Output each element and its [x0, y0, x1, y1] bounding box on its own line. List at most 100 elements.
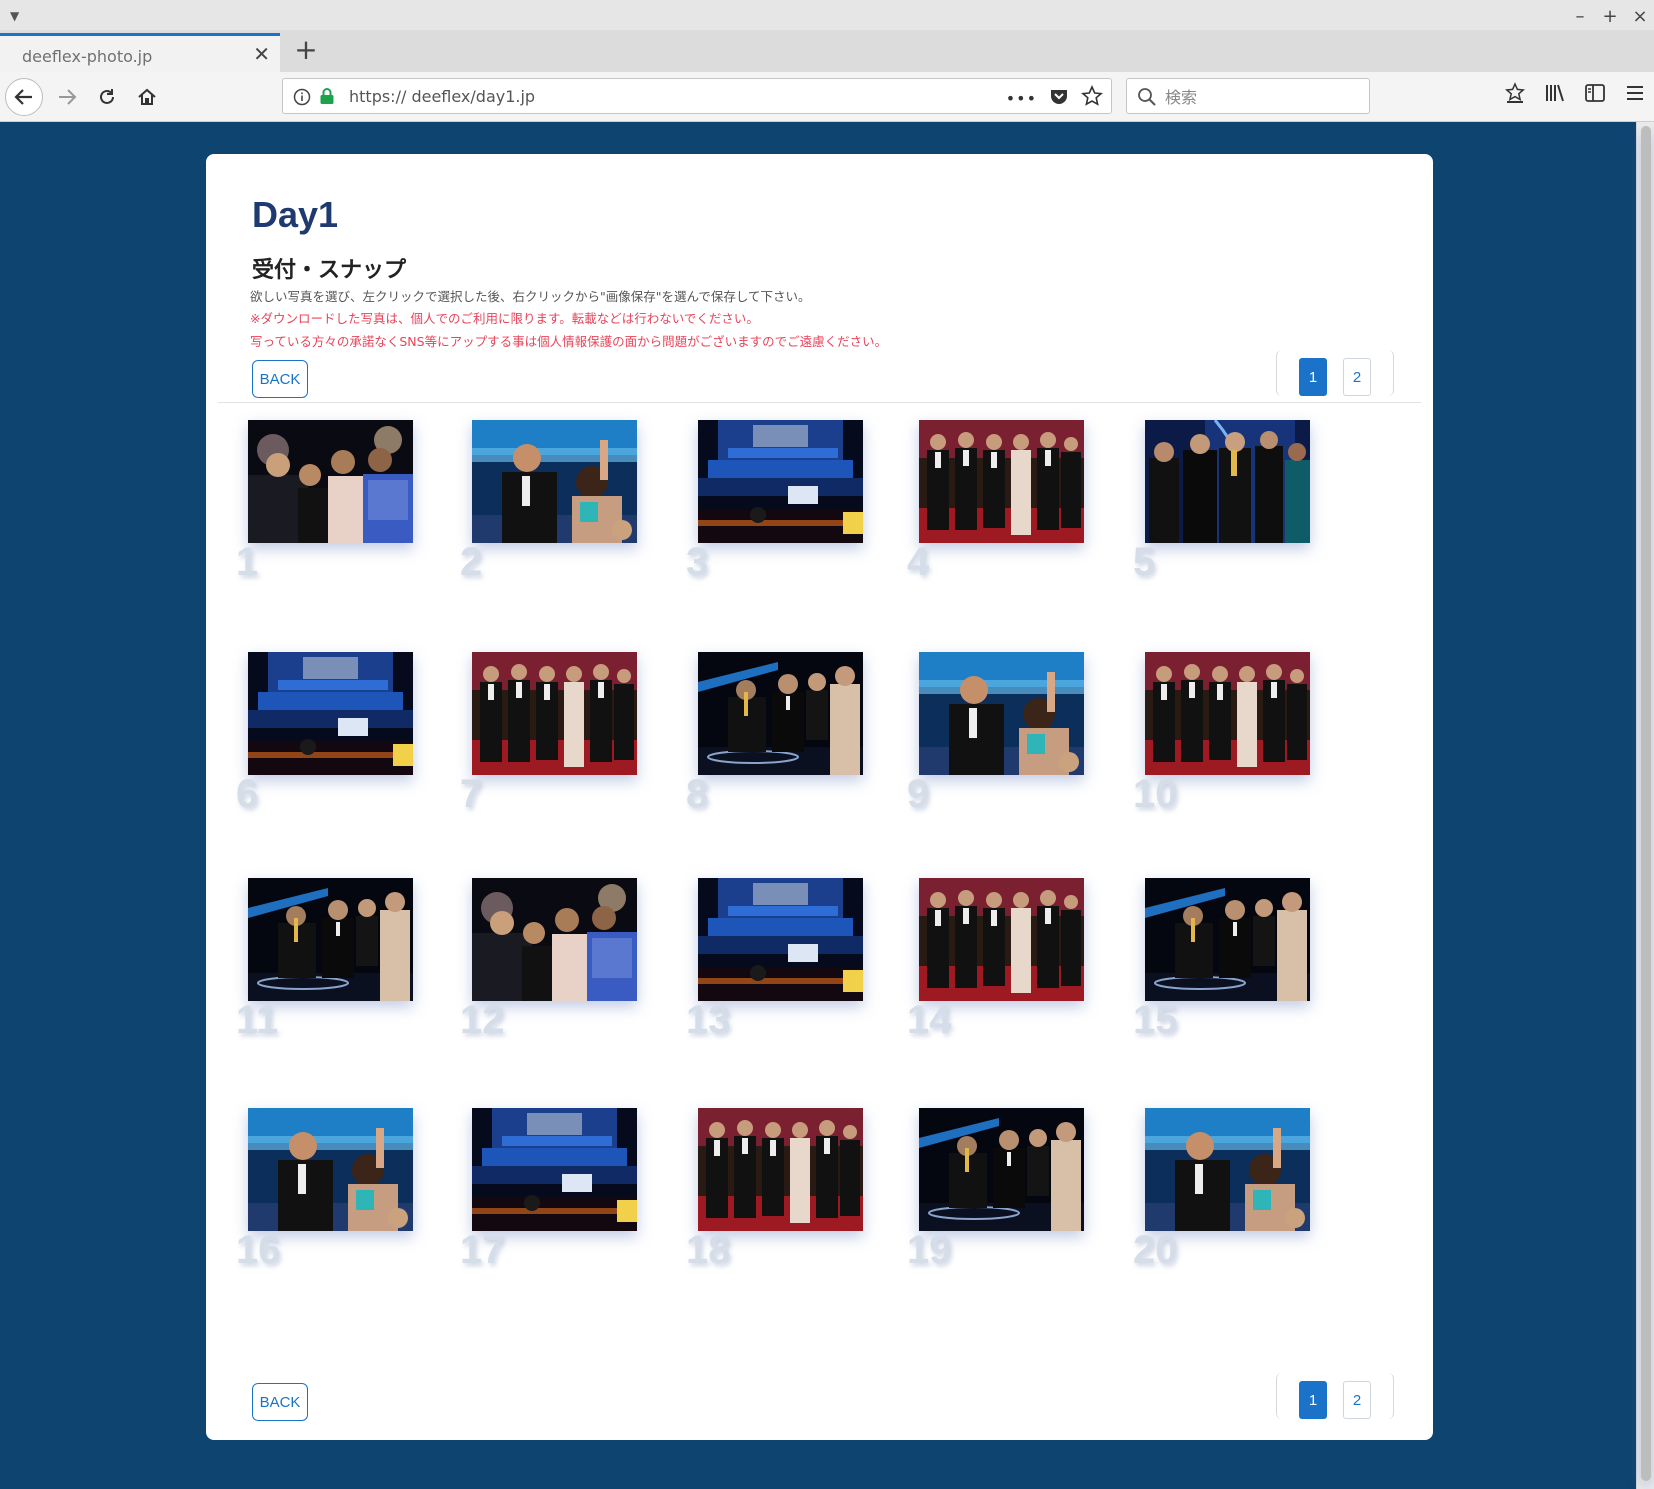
maximize-icon[interactable]: +	[1602, 6, 1618, 27]
photo-number: 8	[686, 772, 709, 816]
photo-item: 4	[907, 420, 1119, 610]
photo-number: 7	[460, 772, 483, 816]
tab-close-icon[interactable]: ✕	[253, 42, 270, 66]
photo-item: 9	[907, 652, 1119, 842]
minimize-icon[interactable]: –	[1572, 6, 1588, 27]
more-actions-icon[interactable]: •••	[1006, 89, 1037, 108]
photo-number: 15	[1133, 998, 1178, 1042]
photo-thumbnail[interactable]	[1145, 420, 1310, 543]
header-divider	[218, 402, 1421, 403]
home-icon[interactable]	[128, 78, 166, 116]
search-bar[interactable]	[1126, 78, 1370, 114]
photo-thumbnail[interactable]	[919, 420, 1084, 543]
photo-thumbnail[interactable]	[472, 420, 637, 543]
photo-item: 3	[686, 420, 898, 610]
photo-thumbnail[interactable]	[1145, 652, 1310, 775]
photo-thumbnail[interactable]	[919, 1108, 1084, 1231]
photo-number: 4	[907, 540, 930, 584]
download-notice: ※ダウンロードした写真は、個人でのご利用に限ります。転載などは行わないでください…	[250, 311, 759, 326]
sidebar-icon[interactable]	[1584, 82, 1606, 108]
photo-thumbnail[interactable]	[472, 878, 637, 1001]
window-menu-icon[interactable]: ▼	[10, 9, 19, 23]
url-actions: •••	[1006, 85, 1103, 111]
photo-item: 19	[907, 1108, 1119, 1298]
photo-item: 1	[236, 420, 448, 610]
page-2-button[interactable]: 2	[1343, 358, 1371, 396]
photo-thumbnail[interactable]	[472, 1108, 637, 1231]
close-window-icon[interactable]: ×	[1632, 6, 1648, 27]
photo-number: 18	[686, 1228, 731, 1272]
pocket-icon[interactable]	[1049, 86, 1069, 110]
photo-item: 18	[686, 1108, 898, 1298]
navigation-toolbar: https:// deeflex/day1.jp •••	[0, 72, 1654, 122]
privacy-notice: 写っている方々の承諾なくSNS等にアップする事は個人情報保護の面から問題がござい…	[250, 334, 888, 349]
photo-item: 8	[686, 652, 898, 842]
photo-number: 20	[1133, 1228, 1178, 1272]
page-scrollbar[interactable]	[1636, 122, 1654, 1489]
instructions-text: 欲しい写真を選び、左クリックで選択した後、右クリックから"画像保存"を選んで保存…	[250, 289, 811, 304]
photo-item: 16	[236, 1108, 448, 1298]
photo-thumbnail[interactable]	[1145, 878, 1310, 1001]
page-1-button[interactable]: 1	[1299, 358, 1327, 396]
photo-thumbnail[interactable]	[472, 652, 637, 775]
photo-thumbnail[interactable]	[698, 878, 863, 1001]
photo-number: 2	[460, 540, 483, 584]
window-controls: – + ×	[1572, 6, 1648, 27]
photo-thumbnail[interactable]	[698, 1108, 863, 1231]
page-2-button[interactable]: 2	[1343, 1381, 1371, 1419]
page-title: Day1	[252, 194, 339, 235]
photo-item: 2	[460, 420, 672, 610]
photo-item: 12	[460, 878, 672, 1068]
forward-arrow-icon[interactable]	[48, 78, 86, 116]
photo-number: 9	[907, 772, 930, 816]
photo-item: 5	[1133, 420, 1345, 610]
pagination-bottom: 1 2	[1276, 1373, 1394, 1419]
url-text[interactable]: https:// deeflex/day1.jp	[349, 87, 535, 106]
photo-thumbnail[interactable]	[1145, 1108, 1310, 1231]
info-icon[interactable]	[293, 88, 311, 110]
downloads-icon[interactable]	[1504, 82, 1526, 108]
photo-item: 11	[236, 878, 448, 1068]
photo-number: 10	[1133, 772, 1178, 816]
photo-number: 14	[907, 998, 952, 1042]
photo-item: 7	[460, 652, 672, 842]
tab-deeflex[interactable]: deeflex-photo.jp ✕	[0, 33, 280, 73]
back-arrow-icon[interactable]	[5, 78, 43, 116]
bookmark-star-icon[interactable]	[1081, 85, 1103, 111]
photo-thumbnail[interactable]	[698, 652, 863, 775]
url-bar[interactable]: https:// deeflex/day1.jp •••	[282, 78, 1112, 114]
tab-strip: deeflex-photo.jp ✕ +	[0, 30, 1654, 73]
photo-thumbnail[interactable]	[248, 420, 413, 543]
photo-thumbnail[interactable]	[698, 420, 863, 543]
photo-number: 5	[1133, 540, 1156, 584]
reload-icon[interactable]	[88, 78, 126, 116]
library-icon[interactable]	[1544, 82, 1566, 108]
hamburger-menu-icon[interactable]	[1624, 82, 1646, 108]
photo-thumbnail[interactable]	[248, 878, 413, 1001]
photo-item: 13	[686, 878, 898, 1068]
photo-thumbnail[interactable]	[248, 652, 413, 775]
photo-thumbnail[interactable]	[919, 878, 1084, 1001]
photo-thumbnail[interactable]	[919, 652, 1084, 775]
back-button-top[interactable]: BACK	[252, 360, 308, 398]
toolbar-right	[1504, 82, 1646, 108]
photo-number: 12	[460, 998, 505, 1042]
photo-thumbnail[interactable]	[248, 1108, 413, 1231]
photo-item: 6	[236, 652, 448, 842]
scrollbar-thumb[interactable]	[1641, 126, 1651, 1481]
search-icon	[1137, 87, 1157, 111]
photo-number: 6	[236, 772, 259, 816]
photo-item: 20	[1133, 1108, 1345, 1298]
new-tab-icon[interactable]: +	[290, 34, 322, 66]
photo-number: 17	[460, 1228, 505, 1272]
photo-number: 1	[236, 540, 259, 584]
page-1-button[interactable]: 1	[1299, 1381, 1327, 1419]
photo-item: 17	[460, 1108, 672, 1298]
section-title: 受付・スナップ	[252, 258, 407, 283]
photo-number: 11	[236, 998, 279, 1042]
search-input[interactable]	[1165, 86, 1361, 108]
back-button-bottom[interactable]: BACK	[252, 1383, 308, 1421]
photo-item: 10	[1133, 652, 1345, 842]
photo-item: 14	[907, 878, 1119, 1068]
lock-icon[interactable]	[319, 87, 335, 109]
